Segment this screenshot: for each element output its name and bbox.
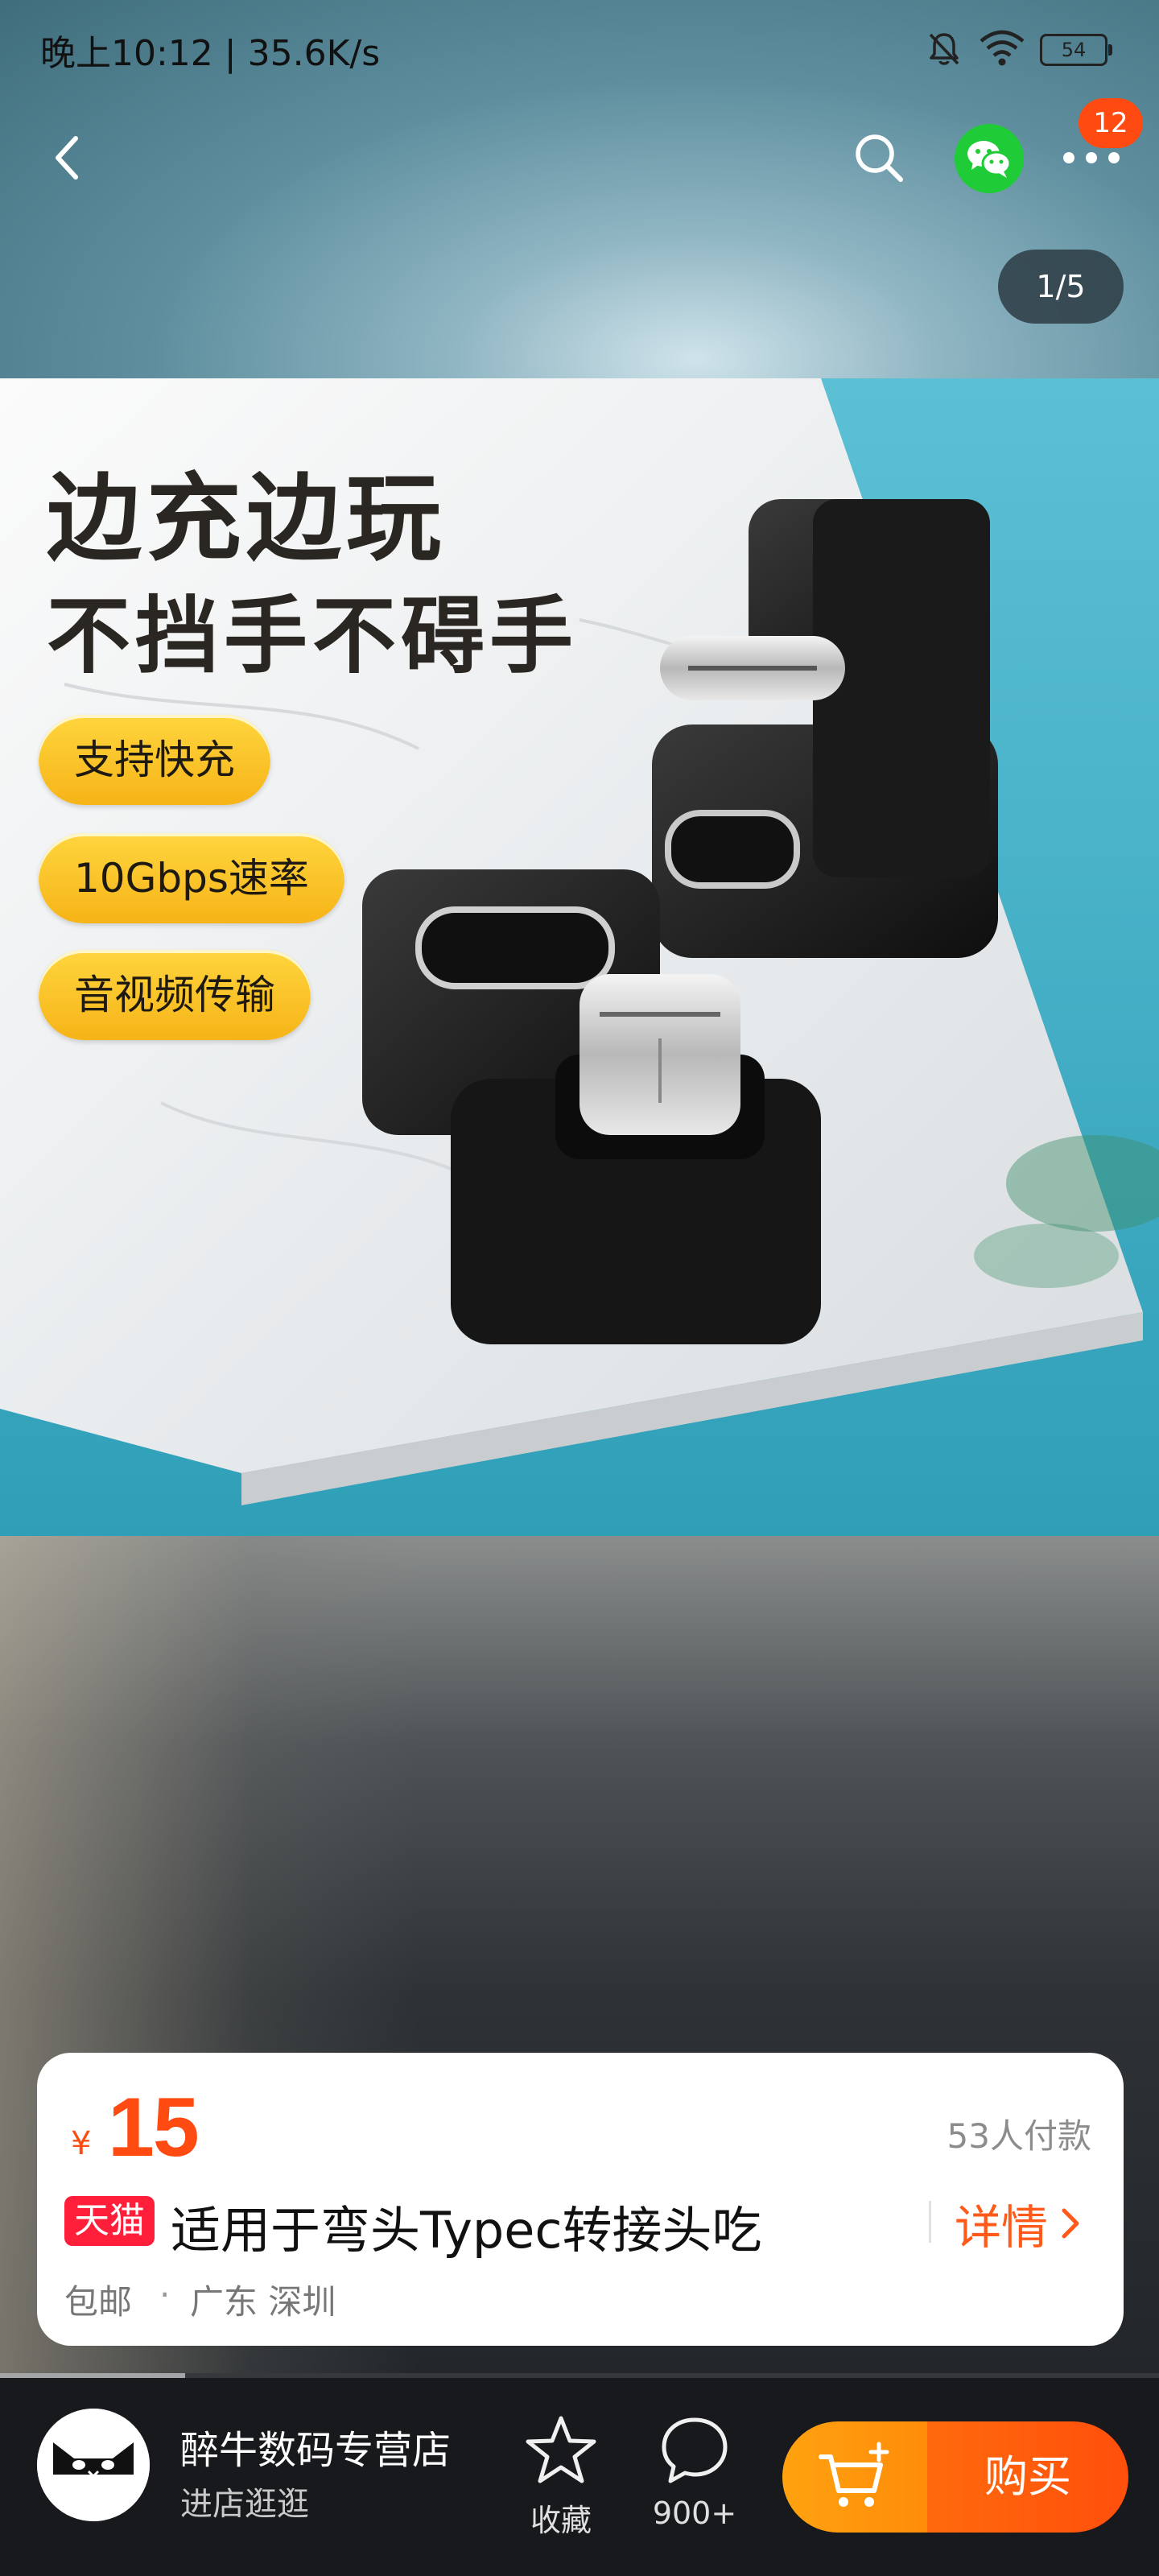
details-label: 详情 (955, 2200, 1049, 2255)
chat-bubble-icon (662, 2417, 728, 2483)
battery-icon: 54 (1040, 34, 1112, 66)
notification-badge: 12 (1079, 98, 1143, 148)
status-icons: 54 (924, 27, 1112, 72)
shop-avatar[interactable] (37, 2409, 150, 2521)
buy-now-button[interactable]: 购买 (927, 2421, 1128, 2533)
ship-location: 广东 深圳 (190, 2282, 336, 2322)
feature-tag: 音视频传输 (39, 950, 311, 1040)
promo-subheadline: 不挡手不碍手 (47, 587, 579, 685)
comments-button[interactable]: 900+ (634, 2413, 755, 2550)
back-button[interactable] (34, 124, 101, 192)
product-title[interactable]: 适用于弯头Typec转接头吃 (171, 2190, 762, 2262)
tmall-badge: 天猫 (64, 2196, 155, 2246)
wechat-icon (967, 141, 1012, 178)
add-to-cart-button[interactable] (782, 2421, 927, 2533)
status-time: 晚上10:12 | 35.6K/s (40, 33, 381, 74)
chevron-right-icon (1062, 2208, 1079, 2239)
wifi-icon (979, 30, 1025, 70)
price-value: 15 (108, 2081, 200, 2174)
price-currency: ¥ (71, 2125, 92, 2162)
divider (929, 2201, 931, 2243)
visit-shop-link[interactable]: 进店逛逛 (180, 2478, 309, 2524)
separator-dot: · (159, 2275, 171, 2314)
image-counter: 1/5 (998, 250, 1124, 324)
details-link[interactable]: 详情 (955, 2190, 1082, 2257)
favorite-button[interactable]: 收藏 (501, 2413, 621, 2550)
search-icon (856, 134, 903, 182)
mute-bell-icon (924, 28, 964, 72)
sales-count: 53人付款 (947, 2116, 1091, 2156)
back-arrow-icon (56, 136, 78, 180)
shop-name[interactable]: 醉牛数码专营店 (180, 2418, 451, 2475)
bottom-action-bar: 醉牛数码专营店 进店逛逛 收藏 900+ 购买 (0, 2378, 1159, 2576)
search-button[interactable] (845, 124, 913, 192)
shipping-tag: 包邮 (64, 2282, 133, 2322)
comments-count: 900+ (652, 2496, 737, 2531)
feature-tag: 10Gbps速率 (39, 833, 344, 923)
favorite-label: 收藏 (530, 2503, 592, 2538)
tmall-cat-logo-icon (37, 2409, 150, 2521)
product-info-card[interactable]: ¥ 15 53人付款 天猫 适用于弯头Typec转接头吃 详情 包邮 · 广东 … (37, 2053, 1124, 2346)
feature-tag: 支持快充 (39, 715, 270, 805)
more-dots-icon (1063, 152, 1120, 163)
product-image[interactable]: 边充边玩 不挡手不碍手 支持快充 10Gbps速率 音视频传输 (0, 378, 1159, 1536)
promo-headline: 边充边玩 (47, 463, 447, 574)
star-icon (526, 2416, 596, 2483)
cart-plus-icon (819, 2442, 889, 2507)
wechat-share-button[interactable] (955, 124, 1024, 193)
